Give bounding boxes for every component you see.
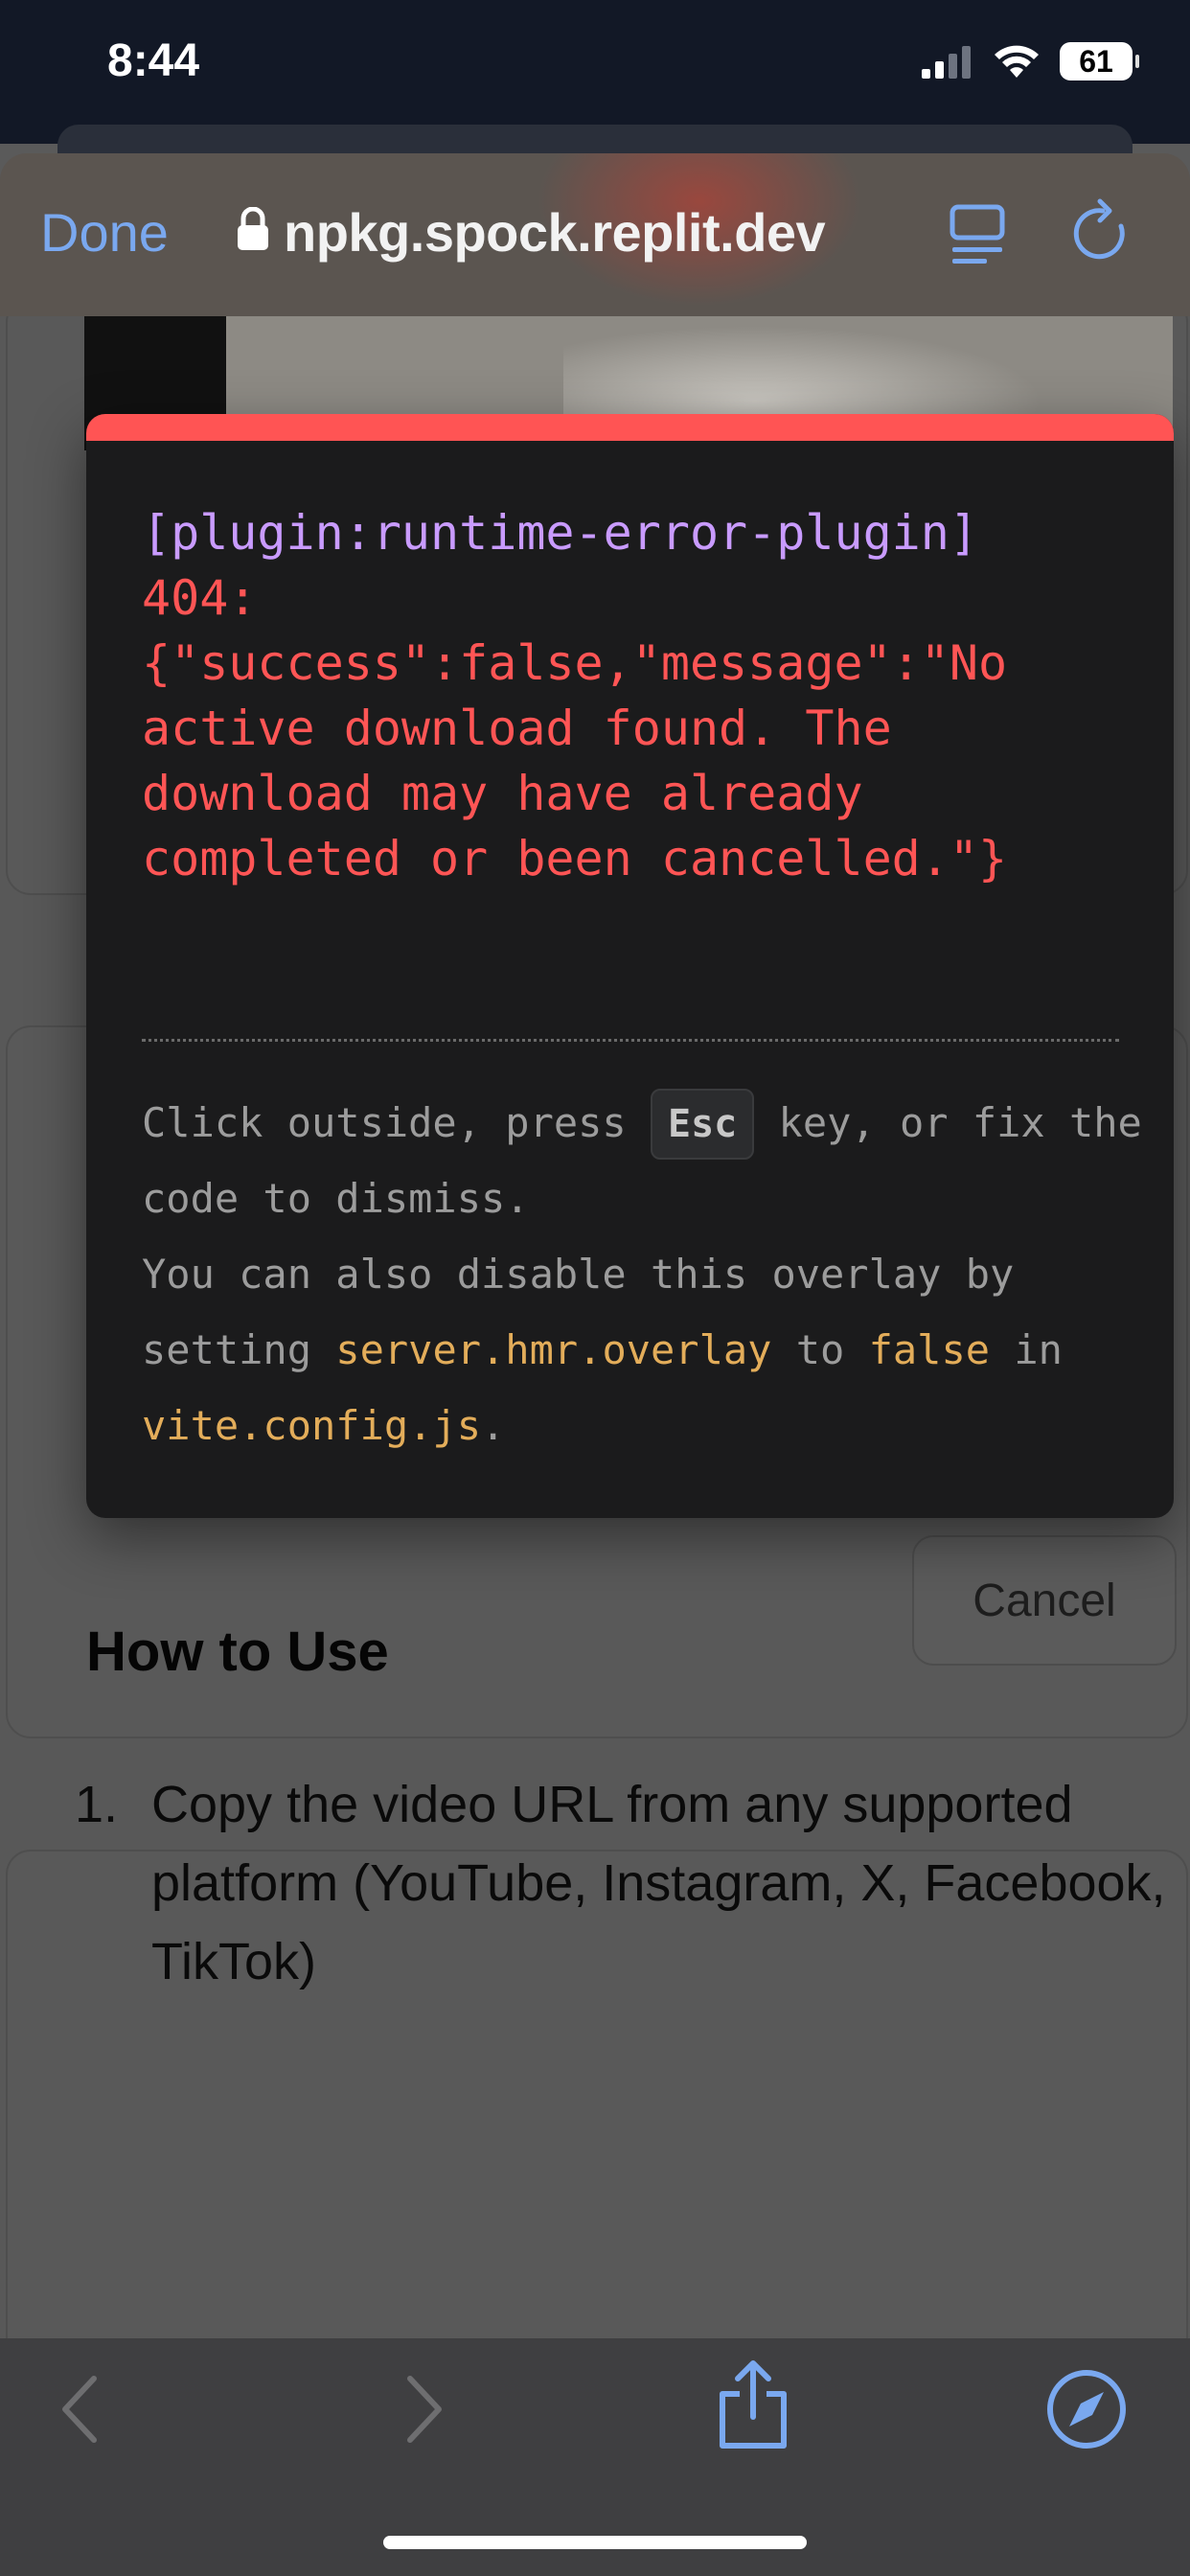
back-icon[interactable] xyxy=(56,2371,103,2448)
cellular-signal-icon xyxy=(922,46,971,79)
false-value: false xyxy=(868,1326,991,1373)
reader-mode-icon[interactable] xyxy=(949,203,1006,266)
status-bar: 8:44 61 xyxy=(0,0,1190,144)
home-indicator xyxy=(383,2536,807,2549)
status-icons: 61 xyxy=(922,42,1139,80)
esc-key: Esc xyxy=(651,1089,755,1160)
tip-text: in xyxy=(990,1326,1063,1373)
share-icon[interactable] xyxy=(715,2359,791,2451)
tip-text: . xyxy=(481,1402,506,1449)
cancel-button[interactable]: Cancel xyxy=(912,1535,1177,1666)
battery-indicator: 61 xyxy=(1060,42,1139,80)
divider xyxy=(142,1039,1119,1042)
step-text: Copy the video URL from any supported pl… xyxy=(151,1776,1166,1990)
reload-icon[interactable] xyxy=(1071,197,1134,266)
config-file: vite.config.js xyxy=(142,1402,482,1449)
step-number: 1. xyxy=(75,1776,119,1833)
setting-name: server.hmr.overlay xyxy=(335,1326,772,1373)
lock-icon xyxy=(238,207,268,250)
compass-icon[interactable] xyxy=(1044,2367,1129,2451)
error-accent-bar xyxy=(86,414,1174,441)
url-text[interactable]: npkg.spock.replit.dev xyxy=(284,201,826,264)
status-time: 8:44 xyxy=(107,35,200,86)
error-overlay[interactable]: [plugin:runtime-error-plugin] 404: {"suc… xyxy=(86,414,1174,1518)
done-button[interactable]: Done xyxy=(40,201,169,264)
how-to-use-title: How to Use xyxy=(86,1621,389,1683)
forward-icon[interactable] xyxy=(400,2371,448,2448)
wifi-icon xyxy=(995,45,1039,78)
battery-level: 61 xyxy=(1079,43,1113,79)
error-tip: Click outside, press Esc key, or fix the… xyxy=(142,1085,1148,1463)
browser-address-bar: Done npkg.spock.replit.dev xyxy=(0,153,1190,316)
tip-text: to xyxy=(771,1326,869,1373)
tip-text: Click outside, press xyxy=(142,1099,652,1146)
error-plugin-name: [plugin:runtime-error-plugin] xyxy=(142,505,978,561)
error-message: 404: {"success":false,"message":"No acti… xyxy=(142,570,1008,886)
